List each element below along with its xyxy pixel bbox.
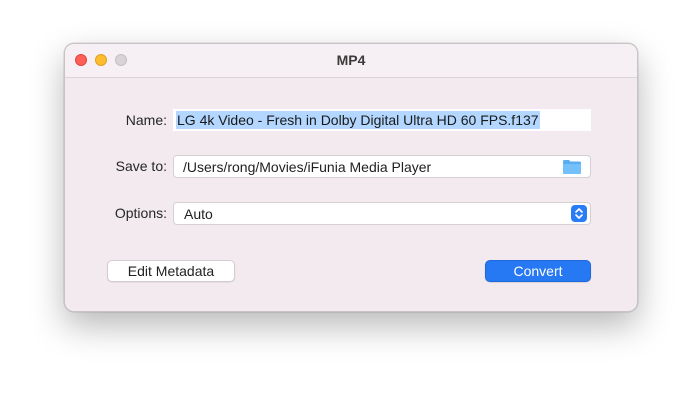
name-field[interactable]: LG 4k Video - Fresh in Dolby Digital Ult… <box>173 109 591 131</box>
folder-icon[interactable] <box>562 158 582 175</box>
options-value: Auto <box>184 206 213 222</box>
options-select[interactable]: Auto <box>173 202 591 225</box>
name-label: Name: <box>125 112 167 128</box>
window-title: MP4 <box>336 52 366 68</box>
save-path-value: /Users/rong/Movies/iFunia Media Player <box>183 159 432 175</box>
edit-metadata-button[interactable]: Edit Metadata <box>107 260 235 282</box>
options-label: Options: <box>114 205 167 221</box>
save-to-label: Save to: <box>115 158 167 174</box>
convert-dialog-window: MP4 Name: LG 4k Video - Fresh in Dolby D… <box>64 43 638 312</box>
name-value: LG 4k Video - Fresh in Dolby Digital Ult… <box>176 111 540 129</box>
save-to-field[interactable]: /Users/rong/Movies/iFunia Media Player <box>173 155 591 178</box>
title-bar: MP4 <box>65 44 637 78</box>
chevron-up-down-icon[interactable] <box>571 205 587 222</box>
convert-button[interactable]: Convert <box>485 260 591 282</box>
